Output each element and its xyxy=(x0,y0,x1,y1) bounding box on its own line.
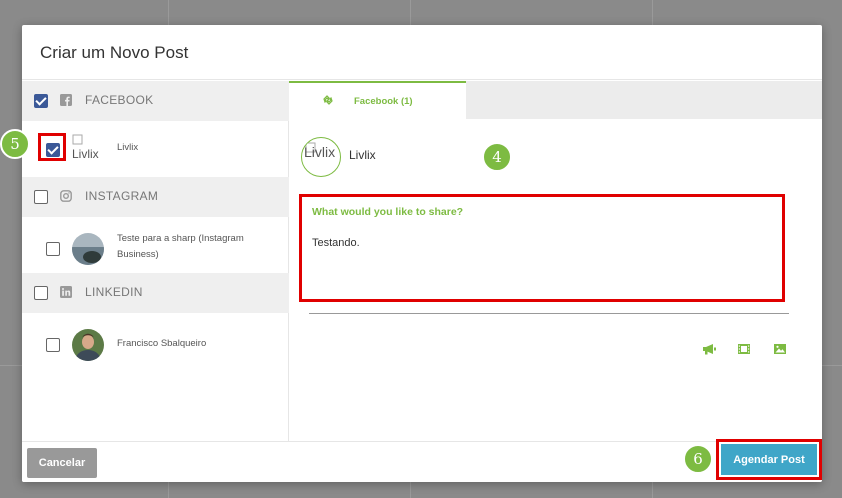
network-header-facebook: FACEBOOK xyxy=(22,81,289,121)
linkedin-icon xyxy=(60,286,72,298)
person-photo-icon xyxy=(72,329,104,361)
profile-avatar-alt: Livlix xyxy=(304,144,336,160)
network-header-linkedin: LINKEDIN xyxy=(22,273,289,313)
profile-name: Livlix xyxy=(349,148,376,162)
video-icon[interactable] xyxy=(737,343,751,355)
instagram-icon xyxy=(60,190,72,202)
step-badge-4: 4 xyxy=(482,142,512,172)
megaphone-icon[interactable] xyxy=(702,343,716,355)
avatar xyxy=(72,329,104,361)
modal-header: Criar um Novo Post xyxy=(22,25,822,80)
account-row-francisco[interactable]: Francisco Sbalqueiro xyxy=(22,313,289,368)
network-tabbar: Facebook (1) xyxy=(289,81,822,119)
facebook-icon xyxy=(60,94,72,106)
cancel-button[interactable]: Cancelar xyxy=(27,448,97,478)
compose-text[interactable]: Testando. xyxy=(312,237,360,249)
step-badge-6: 6 xyxy=(683,444,713,474)
instagram-account-checkbox[interactable] xyxy=(46,242,60,256)
landscape-photo-icon xyxy=(72,233,104,265)
create-post-modal: Criar um Novo Post FACEBOOK Livlix Livli… xyxy=(22,25,822,482)
compose-prompt: What would you like to share? xyxy=(312,206,464,218)
account-name-line2: Business) xyxy=(117,249,159,260)
network-label: LINKEDIN xyxy=(85,285,143,299)
avatar-alt-text: Livlix xyxy=(72,147,99,161)
linkedin-account-checkbox[interactable] xyxy=(46,338,60,352)
editor-divider xyxy=(309,313,789,314)
instagram-network-checkbox[interactable] xyxy=(34,190,48,204)
step-badge-5: 5 xyxy=(0,129,30,159)
network-label: FACEBOOK xyxy=(85,93,154,107)
checkbox-highlight xyxy=(38,133,66,161)
profile-avatar: Livlix xyxy=(301,137,341,177)
network-header-instagram: INSTAGRAM xyxy=(22,177,289,217)
network-label: INSTAGRAM xyxy=(85,189,159,203)
account-row-instagram-sharp[interactable]: Teste para a sharp (Instagram Business) xyxy=(22,217,289,272)
linkedin-network-checkbox[interactable] xyxy=(34,286,48,300)
tab-facebook[interactable]: Facebook (1) xyxy=(289,81,466,119)
compose-textarea[interactable]: What would you like to share? Testando. xyxy=(299,194,785,302)
account-name: Francisco Sbalqueiro xyxy=(117,338,207,349)
account-name: Livlix xyxy=(117,142,139,153)
facebook-network-checkbox[interactable] xyxy=(34,94,48,108)
link-icon xyxy=(323,95,333,105)
post-editor: Facebook (1) Livlix Livlix What would yo… xyxy=(289,81,822,441)
tab-label: Facebook (1) xyxy=(354,96,413,107)
avatar: Livlix xyxy=(72,134,104,166)
image-icon[interactable] xyxy=(773,343,787,355)
avatar xyxy=(72,233,104,265)
account-name-line1: Teste para a sharp (Instagram xyxy=(117,233,244,244)
modal-title: Criar um Novo Post xyxy=(40,43,189,62)
schedule-post-button[interactable]: Agendar Post xyxy=(721,444,817,475)
schedule-highlight: Agendar Post xyxy=(716,439,822,480)
